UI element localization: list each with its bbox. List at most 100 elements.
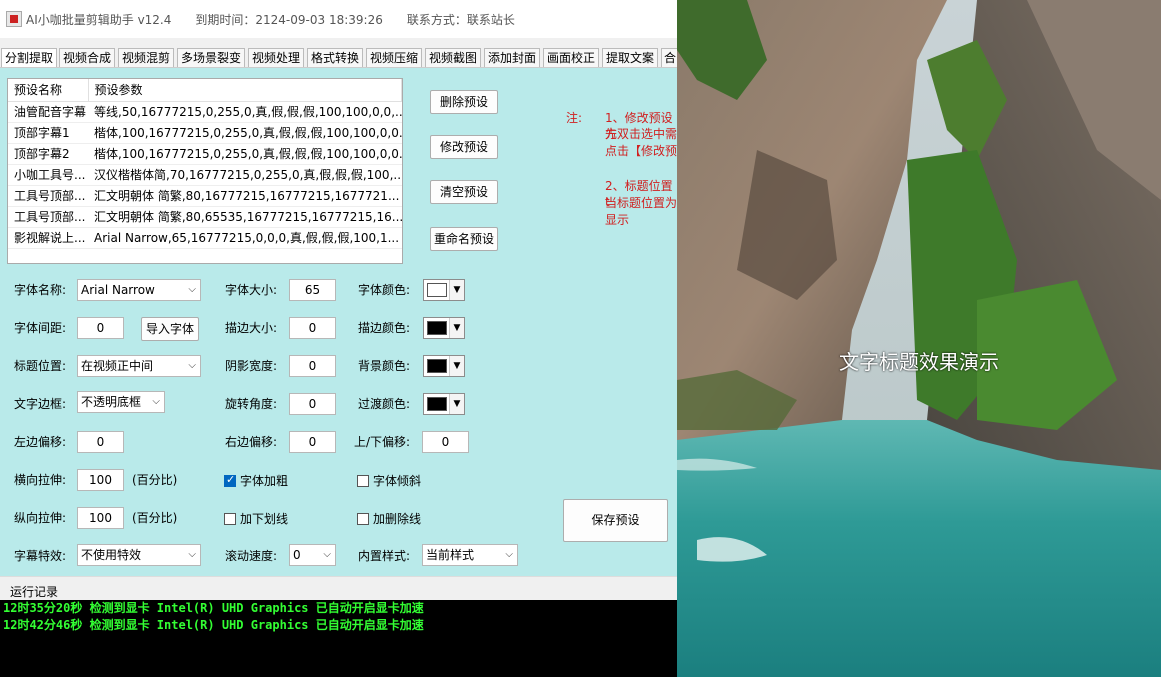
preset-name: 工具号顶部... [8, 185, 88, 207]
video-preview: 文字标题效果演示 [677, 0, 1161, 677]
title-position-dropdown[interactable]: 在视频正中间 ⌵ [77, 355, 201, 377]
underline-checkbox[interactable]: 加下划线 [224, 510, 288, 527]
chevron-down-icon: ⌵ [505, 549, 513, 560]
tab-multi-scene[interactable]: 多场景裂变 [177, 48, 245, 67]
expiry-time: 到期时间：2124-09-03 18:39:26 [195, 12, 383, 27]
stroke-color-picker[interactable]: ▼ [423, 317, 465, 339]
import-font-button[interactable]: 导入字体 [141, 317, 199, 341]
underline-label: 加下划线 [240, 512, 289, 526]
shadow-width-input[interactable]: 0 [289, 355, 336, 377]
letter-spacing-input[interactable]: 0 [77, 317, 124, 339]
transition-color-label: 过渡颜色: [358, 397, 411, 411]
tab-video-process[interactable]: 视频处理 [248, 48, 304, 67]
h-stretch-unit: (百分比) [132, 473, 178, 487]
app-icon [6, 11, 22, 27]
save-preset-button[interactable]: 保存预设 [563, 499, 668, 542]
subtitle-effect-value: 不使用特效 [81, 548, 142, 562]
v-stretch-input[interactable]: 100 [77, 507, 124, 529]
right-offset-input[interactable]: 0 [289, 431, 336, 453]
note-1-line-3: 点击【修改预 [605, 144, 678, 158]
preset-table: 预设名称 预设参数 油管配音字幕 等线,50,16777215,0,255,0,真… [7, 78, 403, 264]
vertical-offset-input[interactable]: 0 [422, 431, 469, 453]
builtin-style-label: 内置样式: [358, 549, 411, 563]
font-name-dropdown[interactable]: Arial Narrow ⌵ [77, 279, 201, 301]
tab-add-cover[interactable]: 添加封面 [484, 48, 540, 67]
checkbox-icon [357, 512, 369, 525]
checkbox-icon [224, 512, 236, 525]
table-row[interactable]: 顶部字幕2 楷体,100,16777215,0,255,0,真,假,假,假,100… [8, 143, 402, 165]
rotate-angle-input[interactable]: 0 [289, 393, 336, 415]
bg-color-swatch [427, 359, 447, 373]
table-row[interactable]: 顶部字幕1 楷体,100,16777215,0,255,0,真,假,假,假,100… [8, 122, 402, 144]
font-size-input[interactable]: 65 [289, 279, 336, 301]
title-position-value: 在视频正中间 [81, 359, 154, 373]
builtin-style-value: 当前样式 [426, 548, 475, 562]
chevron-down-icon: ⌵ [188, 284, 196, 295]
table-row[interactable]: 工具号顶部... 汇文明朝体 简繁,80,65535,16777215,16777… [8, 206, 402, 228]
bg-color-picker[interactable]: ▼ [423, 355, 465, 377]
table-row[interactable]: 工具号顶部... 汇文明朝体 简繁,80,16777215,16777215,16… [8, 185, 402, 207]
builtin-style-dropdown[interactable]: 当前样式 ⌵ [422, 544, 518, 566]
table-row[interactable]: 影视解说上... Arial Narrow,65,16777215,0,0,0,真… [8, 227, 402, 249]
tab-extract-text[interactable]: 提取文案 [602, 48, 658, 67]
scroll-speed-label: 滚动速度: [225, 549, 278, 563]
transition-color-picker[interactable]: ▼ [423, 393, 465, 415]
scroll-speed-dropdown[interactable]: 0 ⌵ [289, 544, 336, 566]
italic-checkbox[interactable]: 字体倾斜 [357, 472, 421, 489]
tab-bar: 分割提取 视频合成 视频混剪 多场景裂变 视频处理 格式转换 视频压缩 视频截图… [0, 38, 677, 68]
note-label: 注: [566, 111, 583, 125]
h-stretch-input[interactable]: 100 [77, 469, 124, 491]
rename-preset-button[interactable]: 重命名预设 [430, 227, 498, 251]
font-name-value: Arial Narrow [81, 283, 155, 297]
run-log-panel: 12时35分20秒 检测到显卡 Intel(R) UHD Graphics 已自… [0, 600, 677, 677]
preset-name: 顶部字幕1 [8, 122, 88, 144]
log-line: 12时35分20秒 检测到显卡 Intel(R) UHD Graphics 已自… [3, 601, 424, 615]
column-header-name[interactable]: 预设名称 [8, 79, 89, 102]
preset-params: 汇文明朝体 简繁,80,16777215,16777215,1677721... [88, 185, 402, 207]
checkbox-checked-icon [224, 473, 236, 487]
note-2-line-2: 当标题位置为 [605, 196, 678, 210]
clear-preset-button[interactable]: 清空预设 [430, 180, 498, 204]
font-color-picker[interactable]: ▼ [423, 279, 465, 301]
note-2-line-3: 显示 [605, 213, 630, 227]
text-border-dropdown[interactable]: 不透明底框 ⌵ [77, 391, 165, 413]
chevron-down-icon: ⌵ [188, 549, 196, 560]
app-title: AI小咖批量剪辑助手 v12.4 [26, 12, 172, 27]
text-border-label: 文字边框: [14, 397, 67, 411]
checkbox-icon [357, 474, 369, 487]
strikethrough-label: 加删除线 [373, 512, 422, 526]
bold-checkbox[interactable]: 字体加粗 [224, 472, 288, 489]
table-row[interactable]: 油管配音字幕 等线,50,16777215,0,255,0,真,假,假,假,100… [8, 101, 402, 123]
stroke-size-label: 描边大小: [225, 321, 278, 335]
stroke-size-input[interactable]: 0 [289, 317, 336, 339]
bg-color-label: 背景颜色: [358, 359, 411, 373]
preset-name: 顶部字幕2 [8, 143, 88, 165]
table-row[interactable]: 小咖工具号... 汉仪楷楷体简,70,16777215,0,255,0,真,假,假… [8, 164, 402, 186]
tab-format-convert[interactable]: 格式转换 [307, 48, 363, 67]
tab-video-mix[interactable]: 视频混剪 [118, 48, 174, 67]
stroke-color-label: 描边颜色: [358, 321, 411, 335]
font-color-label: 字体颜色: [358, 283, 411, 297]
preset-params: 楷体,100,16777215,0,255,0,真,假,假,假,100,100,… [88, 122, 402, 144]
preset-name: 工具号顶部... [8, 206, 88, 228]
dropdown-arrow-icon: ▼ [449, 318, 464, 338]
tab-more[interactable]: 合 [661, 48, 677, 67]
font-color-swatch [427, 283, 447, 297]
modify-preset-button[interactable]: 修改预设 [430, 135, 498, 159]
tab-video-compress[interactable]: 视频压缩 [366, 48, 422, 67]
tab-split-extract[interactable]: 分割提取 [1, 48, 57, 67]
tab-frame-correct[interactable]: 画面校正 [543, 48, 599, 67]
delete-preset-button[interactable]: 删除预设 [430, 90, 498, 114]
subtitle-effect-dropdown[interactable]: 不使用特效 ⌵ [77, 544, 201, 566]
left-offset-label: 左边偏移: [14, 435, 67, 449]
font-name-label: 字体名称: [14, 283, 67, 297]
column-header-params[interactable]: 预设参数 [88, 79, 402, 102]
vertical-offset-label: 上/下偏移: [354, 435, 411, 449]
left-offset-input[interactable]: 0 [77, 431, 124, 453]
bold-label: 字体加粗 [240, 474, 289, 488]
tab-video-screenshot[interactable]: 视频截图 [425, 48, 481, 67]
note-1-line-2: 先双击选中需 [605, 127, 678, 141]
strikethrough-checkbox[interactable]: 加删除线 [357, 510, 421, 527]
tab-video-merge[interactable]: 视频合成 [59, 48, 115, 67]
shadow-width-label: 阴影宽度: [225, 359, 278, 373]
